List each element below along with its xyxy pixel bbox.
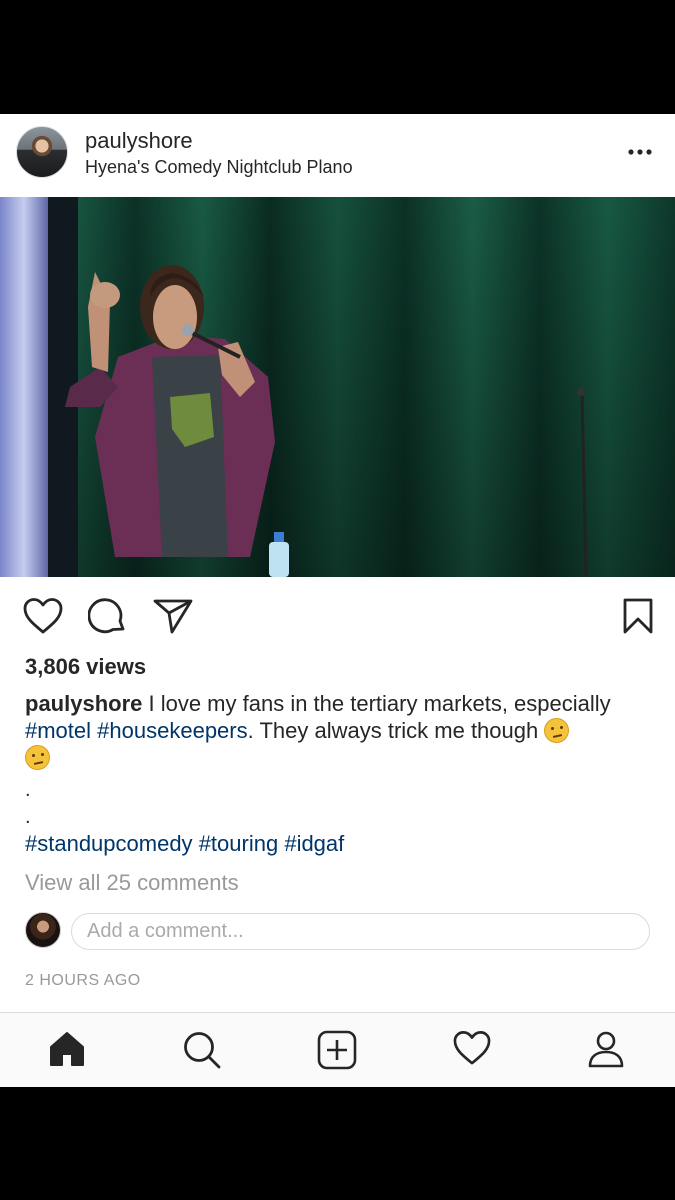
current-user-avatar (25, 912, 61, 948)
caption-username[interactable]: paulyshore (25, 691, 142, 716)
hashtag-touring[interactable]: #touring (199, 831, 279, 856)
bottom-tab-bar (0, 1012, 675, 1087)
hashtag-standupcomedy[interactable]: #standupcomedy (25, 831, 193, 856)
home-icon[interactable] (48, 1030, 86, 1068)
post-timestamp: 2 HOURS AGO (25, 972, 141, 989)
bookmark-icon[interactable] (622, 597, 654, 635)
post-location[interactable]: Hyena's Comedy Nightclub Plano (85, 157, 353, 178)
caption-dot: . (25, 806, 31, 828)
caption-text-1: I love my fans in the tertiary markets, … (142, 691, 611, 716)
post-actions-bar (0, 577, 675, 647)
caption-dot: . (25, 779, 31, 801)
add-post-icon[interactable] (317, 1030, 357, 1070)
paper-plane-icon[interactable] (152, 597, 194, 635)
thinking-face-emoji (25, 745, 50, 770)
view-all-comments-link[interactable]: View all 25 comments (25, 870, 239, 896)
hashtag-motel[interactable]: #motel (25, 718, 91, 743)
view-count[interactable]: 3,806 views (25, 654, 146, 680)
thinking-face-emoji (544, 718, 570, 743)
post-caption: paulyshore I love my fans in the tertiar… (25, 690, 655, 771)
instagram-screen: paulyshore Hyena's Comedy Nightclub Plan… (0, 0, 675, 1200)
post-header: paulyshore Hyena's Comedy Nightclub Plan… (0, 114, 675, 197)
bottom-black-bar (0, 1087, 675, 1200)
post-author-username[interactable]: paulyshore (85, 128, 193, 154)
comment-icon[interactable] (88, 596, 128, 636)
caption-text-2: . They always trick me though (247, 718, 545, 743)
post-author-avatar[interactable] (16, 126, 68, 178)
more-horizontal-icon[interactable] (626, 142, 654, 162)
post-card: paulyshore Hyena's Comedy Nightclub Plan… (0, 114, 675, 1012)
post-photo[interactable] (0, 197, 675, 577)
hashtag-idgaf[interactable]: #idgaf (284, 831, 344, 856)
heart-icon[interactable] (22, 597, 64, 635)
search-icon[interactable] (182, 1030, 222, 1070)
hashtag-housekeepers[interactable]: #housekeepers (97, 718, 247, 743)
activity-heart-icon[interactable] (452, 1030, 492, 1066)
comedian-stage-image (0, 197, 675, 577)
hashtag-line: #standupcomedy #touring #idgaf (25, 831, 344, 857)
profile-icon[interactable] (587, 1030, 625, 1068)
top-black-bar (0, 0, 675, 114)
add-comment-input[interactable] (71, 913, 650, 950)
